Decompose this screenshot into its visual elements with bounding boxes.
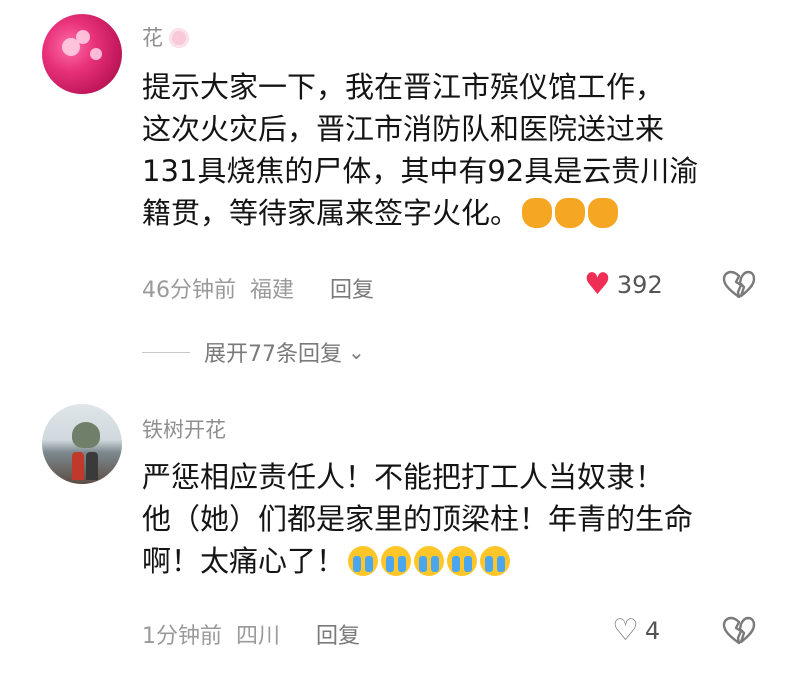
comment-meta: 46分钟前 福建 回复: [142, 272, 388, 304]
comment-line: 籍贯，等待家属来签字火化。: [142, 196, 520, 230]
comment-line: 这次火灾后，晋江市消防队和医院送过来: [142, 112, 665, 146]
dislike-icon[interactable]: [722, 616, 756, 646]
reply-button[interactable]: 回复: [330, 278, 374, 303]
pray-emoji: [555, 198, 586, 228]
like-count: 392: [616, 271, 663, 299]
comment-1: 花 提示大家一下，我在晋江市殡仪馆工作， 这次火灾后，晋江市消防队和医院送过来 …: [0, 0, 800, 320]
pray-emoji: [588, 198, 619, 228]
pray-emoji: [522, 198, 553, 228]
comment-line: 严惩相应责任人！不能把打工人当奴隶！: [142, 460, 665, 494]
timestamp: 46分钟前: [142, 278, 236, 303]
comment-line: 提示大家一下，我在晋江市殡仪馆工作，: [142, 70, 665, 104]
comment-meta: 1分钟前 四川 回复: [142, 618, 374, 650]
avatar-image: [72, 422, 100, 448]
like-button[interactable]: ♥ 392: [584, 270, 663, 300]
location: 福建: [250, 278, 295, 303]
avatar[interactable]: [42, 404, 122, 484]
crying-emoji: [414, 546, 445, 576]
timestamp: 1分钟前: [142, 624, 222, 649]
crying-emoji: [381, 546, 412, 576]
comment-line-with-emoji: 啊！太痛心了！: [142, 540, 762, 582]
comment-line-with-emoji: 籍贯，等待家属来签字火化。: [142, 192, 762, 234]
reply-button[interactable]: 回复: [316, 624, 360, 649]
dislike-icon[interactable]: [722, 270, 756, 300]
expand-replies-button[interactable]: 展开77条回复 ⌄: [142, 336, 365, 368]
divider: [142, 351, 190, 353]
like-button[interactable]: ♡ 4: [612, 616, 660, 646]
comment-text: 严惩相应责任人！不能把打工人当奴隶！ 他（她）们都是家里的顶梁柱！年青的生命 啊…: [142, 456, 762, 582]
blossom-icon: [169, 28, 189, 48]
like-count: 4: [644, 617, 661, 645]
username[interactable]: 铁树开花: [142, 414, 226, 444]
crying-emoji: [447, 546, 478, 576]
crying-emoji: [480, 546, 511, 576]
comment-line: 131具烧焦的尸体，其中有92具是云贵川渝: [142, 154, 699, 188]
chevron-down-icon: ⌄: [348, 340, 365, 364]
avatar[interactable]: [42, 14, 122, 94]
comment-line: 他（她）们都是家里的顶梁柱！年青的生命: [142, 502, 694, 536]
expand-replies-label: 展开77条回复: [204, 342, 342, 367]
location: 四川: [236, 624, 281, 649]
username[interactable]: 花: [142, 22, 189, 52]
comment-text: 提示大家一下，我在晋江市殡仪馆工作， 这次火灾后，晋江市消防队和医院送过来 13…: [142, 66, 762, 234]
username-text[interactable]: 花: [142, 26, 163, 50]
comment-line: 啊！太痛心了！: [142, 544, 346, 578]
heart-icon: ♥: [584, 267, 611, 302]
heart-icon: ♡: [612, 613, 639, 648]
crying-emoji: [348, 546, 379, 576]
